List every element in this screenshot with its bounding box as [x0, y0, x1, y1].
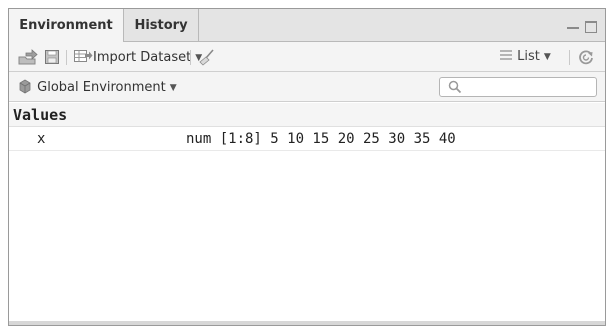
search-icon	[448, 80, 462, 94]
maximize-button[interactable]	[585, 21, 597, 33]
environment-selector[interactable]: Global Environment ▼	[17, 78, 177, 96]
import-dataset-label: Import Dataset	[93, 50, 192, 65]
toolbar-separator	[66, 50, 67, 65]
environment-label: Global Environment	[37, 80, 166, 95]
tab-bar: Environment History	[9, 9, 605, 43]
refresh-button[interactable]	[577, 48, 595, 66]
import-dataset-button[interactable]: Import Dataset ▼	[73, 48, 202, 66]
tab-environment[interactable]: Environment	[9, 9, 124, 43]
variable-row[interactable]: x num [1:8] 5 10 15 20 25 30 35 40	[9, 127, 605, 151]
search-input[interactable]	[466, 79, 592, 95]
list-view-icon	[500, 50, 512, 60]
toolbar-separator	[190, 50, 191, 65]
minimize-button[interactable]	[567, 21, 579, 29]
save-workspace-button[interactable]	[44, 48, 60, 66]
dropdown-caret-icon: ▼	[169, 83, 177, 93]
environment-bar: Global Environment ▼	[9, 72, 605, 102]
refresh-icon	[579, 50, 593, 65]
load-workspace-button[interactable]	[17, 48, 39, 66]
pane-bottom-border	[9, 321, 605, 325]
import-dataset-icon	[74, 50, 93, 62]
search-field[interactable]	[439, 77, 597, 97]
variable-value: num [1:8] 5 10 15 20 25 30 35 40	[186, 131, 456, 147]
view-mode-label: List	[517, 49, 540, 64]
dropdown-caret-icon: ▼	[543, 52, 551, 62]
tab-history[interactable]: History	[124, 9, 199, 42]
save-icon	[45, 50, 59, 64]
variable-name: x	[37, 131, 46, 147]
load-workspace-icon	[18, 49, 38, 65]
view-mode-dropdown[interactable]: List ▼	[499, 48, 551, 66]
section-header-values: Values	[9, 103, 605, 127]
clear-workspace-button[interactable]	[198, 48, 216, 66]
toolbar-separator	[569, 50, 570, 65]
environment-pane: Environment History Import Dataset ▼ Lis…	[8, 8, 606, 326]
toolbar: Import Dataset ▼ List ▼	[9, 42, 605, 72]
broom-icon	[199, 49, 214, 66]
environment-icon	[19, 79, 31, 94]
